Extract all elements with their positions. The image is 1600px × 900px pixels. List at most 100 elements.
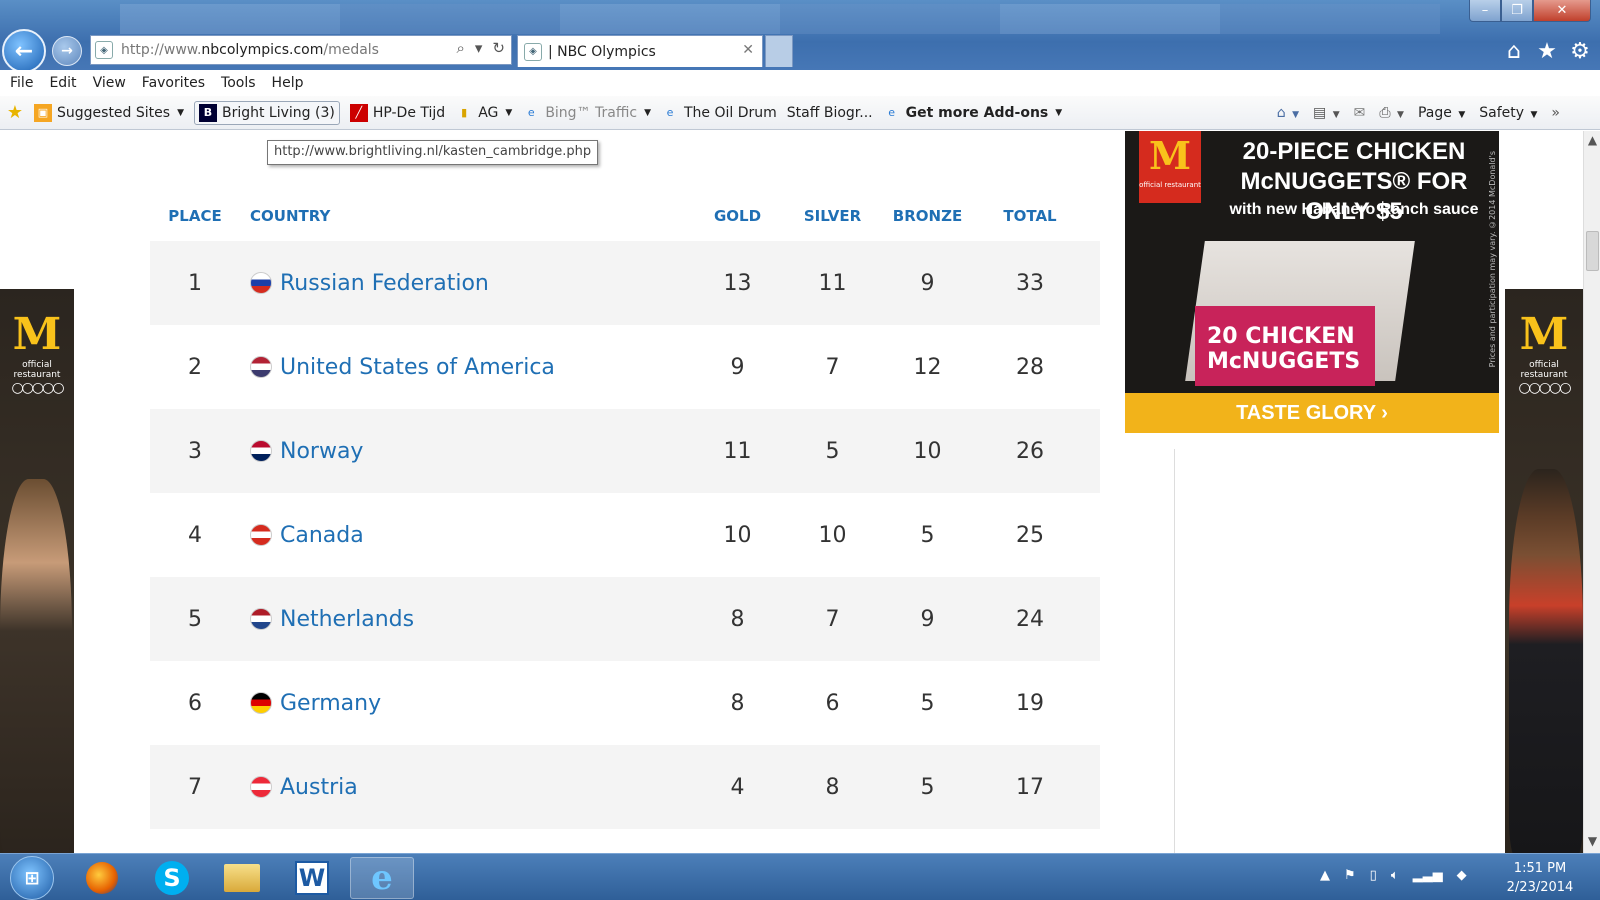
fav-label: Bright Living (3) xyxy=(221,104,335,121)
print-button[interactable]: ⎙ ▼ xyxy=(1379,105,1404,121)
fav-suggested-sites[interactable]: ▣ Suggested Sites ▼ xyxy=(34,103,184,122)
fav-bright-living[interactable]: B Bright Living (3) xyxy=(193,100,340,125)
address-bar[interactable]: ◈ http://www.nbcolympics.com/medals ⌕ ▾ … xyxy=(90,35,512,65)
country-link[interactable]: Norway xyxy=(280,439,363,464)
gold-cell: 4 xyxy=(730,774,745,800)
refresh-icon[interactable]: ↻ xyxy=(492,39,505,57)
back-button[interactable]: ← xyxy=(2,29,46,73)
gear-icon[interactable]: ⚙ xyxy=(1565,36,1595,66)
right-side-ad[interactable]: M official restaurant ○○○○○ xyxy=(1505,289,1583,853)
folder-icon: ▮ xyxy=(461,106,468,119)
page-menu[interactable]: Page ▼ xyxy=(1418,105,1465,121)
ad-subline: with new Habanero Ranch sauce xyxy=(1229,201,1479,218)
country-flag-icon xyxy=(250,776,272,798)
start-button[interactable]: ⊞ xyxy=(10,856,54,900)
fav-ag[interactable]: ▮ AG ▼ xyxy=(455,104,512,122)
action-center-flag-icon[interactable]: ⚑ xyxy=(1344,868,1356,883)
dropdown-icon[interactable]: ▾ xyxy=(475,39,483,57)
taskbar-explorer[interactable] xyxy=(210,857,274,899)
maximize-button[interactable]: ❐ xyxy=(1501,0,1533,22)
scroll-up-icon[interactable]: ▲ xyxy=(1584,133,1600,150)
country-link[interactable]: Netherlands xyxy=(280,607,414,632)
taste-glory-button[interactable]: TASTE GLORY › xyxy=(1125,393,1499,433)
olympic-rings-icon: ○○○○○ xyxy=(1518,380,1571,396)
menu-favorites[interactable]: Favorites xyxy=(142,75,205,91)
close-button[interactable]: ✕ xyxy=(1533,0,1591,22)
menu-view[interactable]: View xyxy=(93,75,126,91)
menu-file[interactable]: File xyxy=(10,75,33,91)
gold-cell: 8 xyxy=(730,606,745,632)
header-gold[interactable]: GOLD xyxy=(690,207,785,225)
tab-title: | NBC Olympics xyxy=(548,43,656,60)
total-cell: 28 xyxy=(1016,354,1044,380)
header-silver[interactable]: SILVER xyxy=(785,207,880,225)
country-link[interactable]: United States of America xyxy=(280,355,555,380)
rss-feed-button[interactable]: ▤ ▼ xyxy=(1313,105,1340,121)
read-mail-icon[interactable]: ✉ xyxy=(1354,105,1366,121)
vertical-scrollbar[interactable]: ▲ ▼ xyxy=(1583,131,1600,853)
silver-cell: 8 xyxy=(825,774,840,800)
fav-get-more-addons[interactable]: e Get more Add-ons ▼ xyxy=(883,104,1062,122)
browser-title-bar: – ❐ ✕ ← → ◈ http://www.nbcolympics.com/m… xyxy=(0,0,1600,73)
forward-button[interactable]: → xyxy=(52,36,82,66)
place-cell: 7 xyxy=(188,774,202,800)
menu-help[interactable]: Help xyxy=(272,75,304,91)
place-cell: 5 xyxy=(188,606,202,632)
country-link[interactable]: Russian Federation xyxy=(280,271,489,296)
ad-person-image xyxy=(0,479,72,853)
more-commands-icon[interactable]: » xyxy=(1551,105,1560,121)
taskbar-firefox[interactable] xyxy=(70,857,134,899)
header-total[interactable]: TOTAL xyxy=(975,207,1085,225)
country-cell: Norway xyxy=(240,439,690,464)
address-url: http://www.nbcolympics.com/medals xyxy=(121,42,379,58)
taskbar-word[interactable]: W xyxy=(280,857,344,899)
network-signal-icon[interactable]: ▂▃▅ xyxy=(1413,868,1443,883)
folder-icon xyxy=(224,864,260,892)
header-bronze[interactable]: BRONZE xyxy=(880,207,975,225)
page-content: M official restaurant ○○○○○ M official r… xyxy=(0,131,1583,853)
menu-tools[interactable]: Tools xyxy=(221,75,256,91)
country-link[interactable]: Canada xyxy=(280,523,364,548)
volume-icon[interactable]: 🔈︎ xyxy=(1391,868,1399,883)
place-cell: 3 xyxy=(188,438,202,464)
b-logo-icon: B xyxy=(198,103,217,122)
country-flag-icon xyxy=(250,524,272,546)
country-link[interactable]: Austria xyxy=(280,775,358,800)
home-button[interactable]: ⌂ ▼ xyxy=(1277,105,1299,121)
menu-edit[interactable]: Edit xyxy=(49,75,76,91)
fav-hp-de-tijd[interactable]: ╱ HP-De Tijd xyxy=(349,103,445,122)
tab-nbc-olympics[interactable]: ◈ | NBC Olympics ✕ xyxy=(517,35,763,67)
scroll-thumb[interactable] xyxy=(1586,231,1599,271)
favorites-star-icon[interactable]: ★ xyxy=(1532,36,1562,66)
header-country[interactable]: COUNTRY xyxy=(240,207,690,225)
header-place[interactable]: PLACE xyxy=(150,207,240,225)
search-icon[interactable]: ⌕ xyxy=(456,39,464,57)
minimize-button[interactable]: – xyxy=(1469,0,1501,22)
table-body: 1 Russian Federation 13 11 9 33 2 United States… xyxy=(150,241,1100,829)
country-cell: Germany xyxy=(240,691,690,716)
taskbar-skype[interactable]: S xyxy=(140,857,204,899)
left-side-ad[interactable]: M official restaurant ○○○○○ xyxy=(0,289,74,853)
country-cell: Canada xyxy=(240,523,690,548)
add-favorite-star[interactable]: ★ xyxy=(6,102,24,123)
table-row: 2 United States of America 9 7 12 28 xyxy=(150,325,1100,409)
battery-icon[interactable]: ▯ xyxy=(1370,868,1377,883)
fav-the-oil-drum[interactable]: e The Oil Drum xyxy=(661,104,777,122)
bronze-cell: 12 xyxy=(913,354,942,380)
fav-staff-biogr[interactable]: Staff Biogr... xyxy=(787,105,873,121)
country-link[interactable]: Germany xyxy=(280,691,381,716)
taskbar-internet-explorer[interactable]: e xyxy=(350,857,414,899)
tab-close-icon[interactable]: ✕ xyxy=(742,42,754,58)
fav-bing-traffic[interactable]: e Bing™ Traffic ▼ xyxy=(522,104,651,122)
mcnuggets-banner-ad[interactable]: Mofficial restaurant 20-PIECE CHICKEN Mc… xyxy=(1125,131,1499,433)
dropbox-icon[interactable]: ◆ xyxy=(1457,868,1467,883)
fav-label: The Oil Drum xyxy=(684,104,777,121)
scroll-down-icon[interactable]: ▼ xyxy=(1584,834,1600,851)
show-hidden-icons[interactable]: ▲ xyxy=(1320,868,1330,883)
taskbar-clock[interactable]: 1:51 PM 2/23/2014 xyxy=(1500,859,1580,897)
safety-menu[interactable]: Safety ▼ xyxy=(1479,105,1537,121)
new-tab-button[interactable] xyxy=(765,35,793,67)
silver-cell: 6 xyxy=(825,690,840,716)
skype-icon: S xyxy=(155,861,189,895)
home-icon[interactable]: ⌂ xyxy=(1499,36,1529,66)
